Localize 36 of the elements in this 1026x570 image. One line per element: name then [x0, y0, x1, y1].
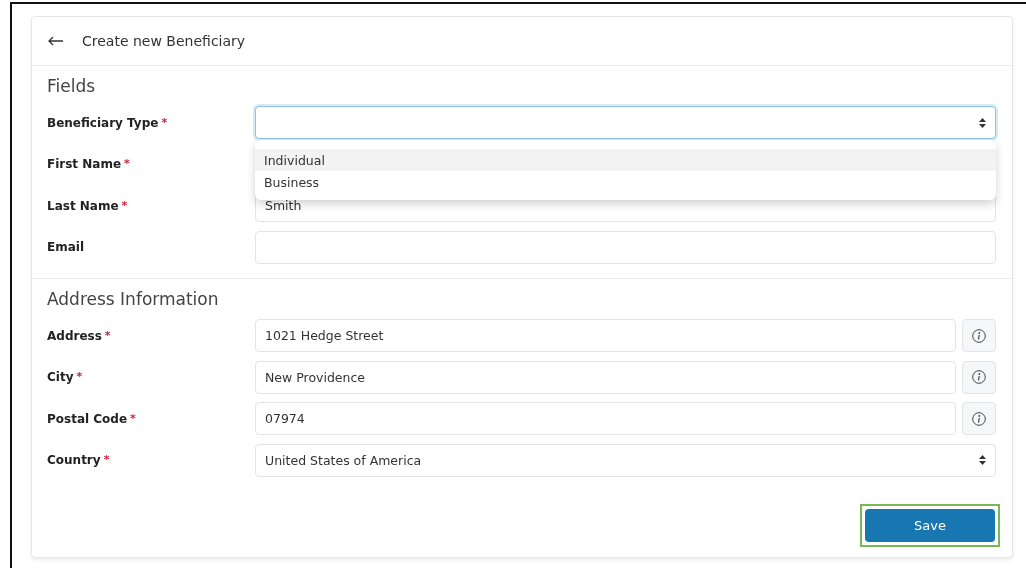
info-button[interactable]: [962, 319, 996, 353]
select-arrows-icon: [979, 455, 986, 466]
select-field[interactable]: United States of America: [255, 443, 996, 477]
page-title: Create new Beneficiary: [82, 33, 246, 49]
required-mark: *: [130, 411, 136, 425]
info-icon: [972, 370, 986, 385]
input-field[interactable]: 1021 Hedge Street: [255, 319, 956, 353]
field-label: Address *: [47, 328, 112, 343]
required-mark: *: [76, 370, 83, 384]
info-icon: [972, 411, 986, 426]
input-field[interactable]: 07974: [255, 402, 956, 436]
select-arrows-icon: [979, 117, 986, 128]
required-mark: *: [121, 198, 128, 212]
input-field[interactable]: New Providence: [255, 360, 956, 394]
info-icon: [972, 328, 986, 343]
info-button[interactable]: [962, 402, 996, 436]
info-button[interactable]: [962, 360, 996, 394]
field-label: Country *: [47, 453, 111, 468]
dropdown-option[interactable]: Individual: [255, 149, 996, 171]
field-label: City *: [47, 370, 84, 385]
field-label: Beneficiary Type *: [47, 115, 169, 130]
required-mark: *: [124, 157, 130, 171]
save-button[interactable]: Save: [865, 509, 995, 542]
dropdown-option[interactable]: Business: [255, 171, 996, 193]
required-mark: *: [103, 453, 110, 467]
section-title: Address Information: [47, 289, 220, 309]
input-field[interactable]: [255, 230, 996, 264]
select-field[interactable]: [255, 106, 996, 140]
back-arrow-icon[interactable]: [48, 36, 64, 46]
required-mark: *: [104, 328, 111, 342]
field-label: Email: [47, 240, 86, 255]
field-label: First Name *: [47, 157, 131, 172]
field-label: Last Name *: [47, 198, 129, 213]
required-mark: *: [161, 115, 168, 129]
field-label: Postal Code *: [47, 411, 137, 426]
section-title: Fields: [47, 76, 97, 96]
